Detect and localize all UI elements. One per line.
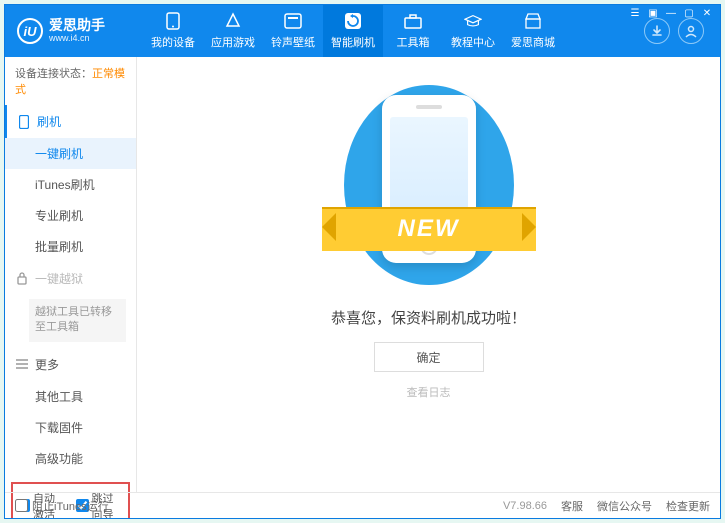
success-message: 恭喜您，保资料刷机成功啦！ bbox=[331, 307, 526, 328]
view-log-link[interactable]: 查看日志 bbox=[407, 384, 451, 400]
support-link[interactable]: 客服 bbox=[561, 498, 583, 514]
window-controls: ☰ ▣ — ▢ ✕ bbox=[628, 7, 714, 19]
minimize-icon[interactable]: — bbox=[664, 7, 678, 19]
phone-icon bbox=[17, 115, 31, 129]
version-text: V7.98.66 bbox=[503, 500, 547, 512]
nav-tutorials[interactable]: 教程中心 bbox=[443, 5, 503, 57]
sidebar-item-pro-flash[interactable]: 专业刷机 bbox=[5, 200, 136, 231]
nav-label: 爱思商城 bbox=[511, 34, 555, 50]
phone-illustration: NEW bbox=[344, 85, 514, 285]
nav-flash[interactable]: 智能刷机 bbox=[323, 5, 383, 57]
download-button[interactable] bbox=[644, 18, 670, 44]
wallpaper-icon bbox=[284, 12, 302, 30]
nav-label: 工具箱 bbox=[397, 34, 430, 50]
toolbox-icon bbox=[404, 12, 422, 30]
checkbox-label: 阻止iTunes运行 bbox=[32, 498, 109, 514]
check-update-link[interactable]: 检查更新 bbox=[666, 498, 710, 514]
sidebar-item-advanced[interactable]: 高级功能 bbox=[5, 443, 136, 474]
nav-label: 应用游戏 bbox=[211, 34, 255, 50]
nav-my-device[interactable]: 我的设备 bbox=[143, 5, 203, 57]
top-nav: 我的设备 应用游戏 铃声壁纸 智能刷机 工具箱 教程中心 bbox=[143, 5, 563, 57]
sidebar-section-more[interactable]: 更多 bbox=[5, 348, 136, 381]
lock-icon bbox=[15, 272, 29, 286]
nav-label: 铃声壁纸 bbox=[271, 34, 315, 50]
sidebar-item-other-tools[interactable]: 其他工具 bbox=[5, 381, 136, 412]
title-bar: ☰ ▣ — ▢ ✕ iU 爱思助手 www.i4.cn 我的设备 应用游戏 bbox=[5, 5, 720, 57]
close-icon[interactable]: ✕ bbox=[700, 7, 714, 19]
titlebar-actions bbox=[644, 18, 712, 44]
new-ribbon: NEW bbox=[322, 207, 536, 251]
app-window: ☰ ▣ — ▢ ✕ iU 爱思助手 www.i4.cn 我的设备 应用游戏 bbox=[4, 4, 721, 519]
store-icon bbox=[524, 12, 542, 30]
brand-block: iU 爱思助手 www.i4.cn bbox=[17, 18, 127, 44]
section-label: 刷机 bbox=[37, 113, 61, 130]
sidebar-item-batch-flash[interactable]: 批量刷机 bbox=[5, 231, 136, 262]
sidebar: 设备连接状态：正常模式 刷机 一键刷机 iTunes刷机 专业刷机 批量刷机 一… bbox=[5, 57, 137, 492]
skin-icon[interactable]: ▣ bbox=[646, 7, 660, 19]
brand-logo-icon: iU bbox=[17, 18, 43, 44]
sidebar-section-jailbreak[interactable]: 一键越狱 bbox=[5, 262, 136, 295]
sidebar-section-flash[interactable]: 刷机 bbox=[5, 105, 136, 138]
apps-icon bbox=[224, 12, 242, 30]
graduation-icon bbox=[464, 12, 482, 30]
brand-name: 爱思助手 bbox=[49, 18, 105, 33]
main-content: NEW 恭喜您，保资料刷机成功啦！ 确定 查看日志 bbox=[137, 57, 720, 492]
sidebar-item-itunes-flash[interactable]: iTunes刷机 bbox=[5, 169, 136, 200]
refresh-icon bbox=[344, 12, 362, 30]
maximize-icon[interactable]: ▢ bbox=[682, 7, 696, 19]
connection-status: 设备连接状态：正常模式 bbox=[5, 57, 136, 105]
section-label: 一键越狱 bbox=[35, 270, 83, 287]
body: 设备连接状态：正常模式 刷机 一键刷机 iTunes刷机 专业刷机 批量刷机 一… bbox=[5, 57, 720, 492]
jailbreak-note[interactable]: 越狱工具已转移至工具箱 bbox=[29, 299, 126, 342]
nav-label: 智能刷机 bbox=[331, 34, 375, 50]
sidebar-item-download-firmware[interactable]: 下载固件 bbox=[5, 412, 136, 443]
settings-icon[interactable]: ☰ bbox=[628, 7, 642, 19]
list-icon bbox=[15, 357, 29, 371]
brand-url: www.i4.cn bbox=[49, 34, 105, 44]
sidebar-item-oneclick-flash[interactable]: 一键刷机 bbox=[5, 138, 136, 169]
phone-icon bbox=[164, 12, 182, 30]
wechat-link[interactable]: 微信公众号 bbox=[597, 498, 652, 514]
nav-label: 教程中心 bbox=[451, 34, 495, 50]
connection-label: 设备连接状态： bbox=[15, 68, 92, 80]
user-button[interactable] bbox=[678, 18, 704, 44]
ok-button[interactable]: 确定 bbox=[374, 342, 484, 372]
nav-toolbox[interactable]: 工具箱 bbox=[383, 5, 443, 57]
checkbox-block-itunes[interactable]: 阻止iTunes运行 bbox=[15, 498, 109, 514]
nav-apps[interactable]: 应用游戏 bbox=[203, 5, 263, 57]
checkbox-input[interactable] bbox=[15, 499, 28, 512]
status-bar: 阻止iTunes运行 V7.98.66 客服 微信公众号 检查更新 bbox=[5, 492, 720, 518]
nav-label: 我的设备 bbox=[151, 34, 195, 50]
nav-store[interactable]: 爱思商城 bbox=[503, 5, 563, 57]
nav-ringtones[interactable]: 铃声壁纸 bbox=[263, 5, 323, 57]
section-label: 更多 bbox=[35, 356, 59, 373]
